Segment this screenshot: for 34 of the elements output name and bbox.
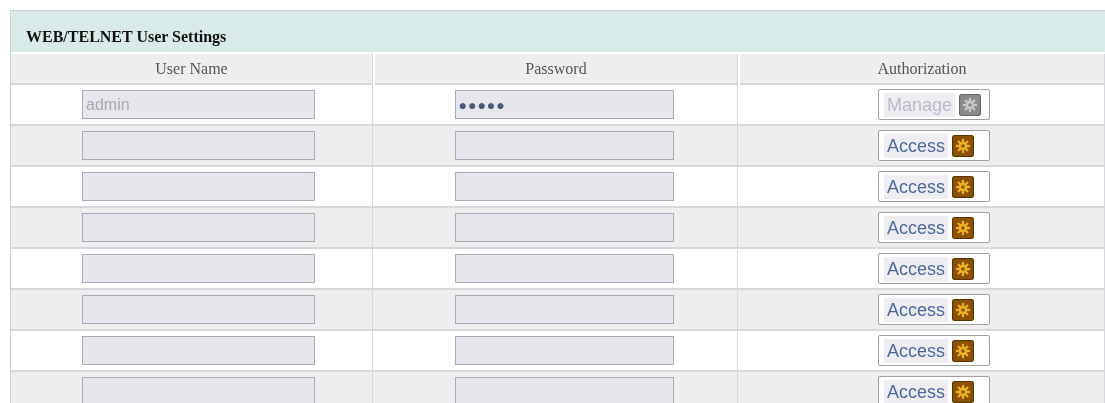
user-name-field[interactable] (82, 131, 315, 160)
user-name-field[interactable] (82, 254, 315, 283)
authorization-button[interactable]: Access (878, 212, 990, 243)
user-name-field[interactable] (82, 213, 315, 242)
gear-icon (952, 216, 975, 239)
gear-icon (952, 380, 975, 403)
authorization-button[interactable]: Access (878, 294, 990, 325)
gear-icon (952, 339, 975, 362)
user-name-field[interactable] (82, 336, 315, 365)
password-field[interactable] (454, 172, 674, 201)
column-header: Authorization (740, 54, 1105, 85)
column-header: User Name (11, 54, 373, 85)
password-field[interactable] (454, 131, 674, 160)
user-name-field[interactable] (82, 172, 315, 201)
password-field[interactable]: ●●●●● (454, 90, 674, 119)
gear-icon (952, 298, 975, 321)
password-field[interactable] (454, 336, 674, 365)
gear-icon (952, 257, 975, 280)
user-name-field[interactable] (82, 295, 315, 324)
column-header: Password (375, 54, 738, 85)
password-field[interactable] (454, 213, 674, 242)
authorization-button[interactable]: Access (878, 253, 990, 284)
user-name-field[interactable] (82, 377, 315, 403)
authorization-button[interactable]: Access (878, 130, 990, 161)
password-field[interactable] (454, 254, 674, 283)
authorization-button[interactable]: Access (878, 171, 990, 202)
authorization-button[interactable]: Access (878, 335, 990, 366)
password-field[interactable] (454, 295, 674, 324)
gear-icon (952, 175, 975, 198)
password-field[interactable] (454, 377, 674, 403)
panel-title: WEB/TELNET User Settings (11, 11, 1105, 52)
gear-icon (952, 134, 975, 157)
gear-icon (959, 93, 982, 116)
authorization-button[interactable]: Access (878, 376, 990, 403)
